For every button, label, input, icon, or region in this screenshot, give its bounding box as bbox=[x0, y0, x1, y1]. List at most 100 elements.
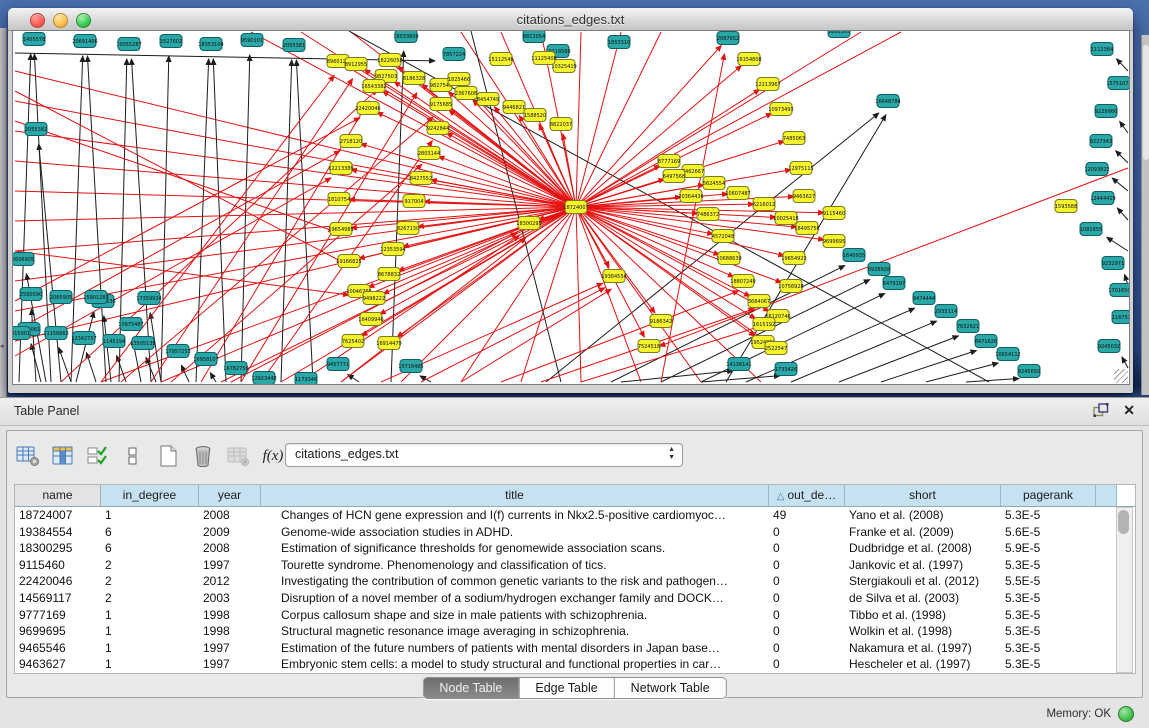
create-column-icon[interactable] bbox=[155, 443, 181, 469]
network-node[interactable]: 12444419 bbox=[1090, 192, 1115, 205]
network-node[interactable]: 8471626 bbox=[975, 335, 997, 348]
network-node[interactable]: 18353104 bbox=[198, 38, 223, 51]
network-node[interactable]: 1145194 bbox=[103, 335, 125, 348]
network-node[interactable]: 1527602 bbox=[160, 35, 182, 48]
network-node[interactable]: 5624554 bbox=[703, 177, 725, 190]
network-node[interactable]: 7486372 bbox=[697, 208, 719, 221]
network-node[interactable]: 1853310 bbox=[608, 36, 630, 49]
network-node[interactable]: 4572048 bbox=[712, 230, 734, 243]
table-selector-dropdown[interactable]: citations_edges.txt ▲▼ bbox=[285, 443, 683, 467]
network-node[interactable]: 12342757 bbox=[71, 332, 96, 345]
network-node[interactable]: 2522547 bbox=[765, 342, 787, 355]
network-node[interactable]: 6497568 bbox=[663, 170, 685, 183]
delete-column-icon[interactable] bbox=[190, 443, 216, 469]
network-node[interactable]: 18724007 bbox=[563, 201, 588, 214]
network-node[interactable]: 7524518 bbox=[638, 340, 660, 353]
table-scrollbar-thumb[interactable] bbox=[1118, 510, 1129, 534]
network-node[interactable]: 18226058 bbox=[377, 54, 402, 67]
network-node[interactable]: 1810754 bbox=[328, 193, 350, 206]
network-node[interactable]: 19654985 bbox=[328, 223, 353, 236]
network-node[interactable]: 9498222 bbox=[363, 292, 385, 305]
network-node[interactable]: 6479197 bbox=[883, 277, 905, 290]
network-node[interactable]: 7485063 bbox=[783, 132, 805, 145]
network-node[interactable]: 9590101 bbox=[241, 34, 263, 47]
float-panel-icon[interactable] bbox=[1093, 403, 1109, 417]
right-scrollbar-thumb[interactable] bbox=[1143, 45, 1149, 160]
network-node[interactable]: 11125408 bbox=[531, 52, 556, 65]
network-node[interactable]: 8678832 bbox=[378, 268, 400, 281]
network-node[interactable]: 7625402 bbox=[342, 335, 364, 348]
network-node[interactable]: 2560590 bbox=[20, 288, 42, 301]
network-node[interactable]: 3684067 bbox=[748, 295, 770, 308]
network-node[interactable]: 1112384 bbox=[1091, 43, 1113, 56]
network-node[interactable]: 18807249 bbox=[730, 275, 755, 288]
network-node[interactable]: 2935114 bbox=[935, 305, 957, 318]
network-node[interactable]: 9245032 bbox=[1098, 340, 1120, 353]
table-settings-icon[interactable] bbox=[15, 443, 41, 469]
column-header-title[interactable]: title bbox=[261, 485, 769, 506]
network-node[interactable]: 15751074 bbox=[1106, 77, 1129, 90]
network-node[interactable]: 9446821 bbox=[503, 101, 525, 114]
close-panel-icon[interactable]: ✕ bbox=[1123, 403, 1135, 417]
column-header-name[interactable]: name bbox=[15, 485, 101, 506]
network-node[interactable]: 2803144 bbox=[418, 147, 440, 160]
network-node[interactable]: 9474444 bbox=[913, 292, 935, 305]
network-node[interactable]: 18300295 bbox=[516, 217, 541, 230]
function-builder-icon[interactable]: f(x) bbox=[260, 443, 286, 469]
network-node[interactable]: 2718120 bbox=[340, 135, 362, 148]
network-node[interactable]: 15716485 bbox=[398, 360, 423, 373]
table-row[interactable]: 977716911998Corpus callosum shape and si… bbox=[15, 607, 1117, 624]
network-node[interactable]: 8813054 bbox=[523, 31, 545, 43]
row-height-icon[interactable] bbox=[120, 443, 146, 469]
network-node[interactable]: 9457771 bbox=[327, 358, 349, 371]
network-node[interactable]: 2367608 bbox=[455, 87, 477, 100]
network-node[interactable]: 16409946 bbox=[358, 313, 383, 326]
network-node[interactable]: 12093822 bbox=[1084, 163, 1109, 176]
network-node[interactable]: 19654923 bbox=[781, 252, 806, 265]
tab-network-table[interactable]: Network Table bbox=[615, 678, 726, 698]
network-node[interactable]: 1405578 bbox=[23, 33, 45, 46]
network-node[interactable]: 7632621 bbox=[957, 320, 979, 333]
window-titlebar[interactable]: citations_edges.txt bbox=[8, 8, 1133, 31]
column-header-short[interactable]: short bbox=[845, 485, 1001, 506]
network-node[interactable]: 1081655 bbox=[1080, 223, 1102, 236]
column-header-year[interactable]: year bbox=[199, 485, 261, 506]
network-node[interactable]: 9245650 bbox=[1018, 365, 1040, 378]
network-node[interactable]: 2065905 bbox=[50, 291, 72, 304]
table-row[interactable]: 969969511998Structural magnetic resonanc… bbox=[15, 623, 1117, 640]
network-node[interactable]: 1615192 bbox=[753, 318, 775, 331]
table-row[interactable]: 2242004622012Investigating the contribut… bbox=[15, 573, 1117, 590]
network-node[interactable]: 17016504 bbox=[1108, 284, 1129, 297]
table-row[interactable]: 1456911722003Disruption of a novel membe… bbox=[15, 590, 1117, 607]
collapse-left-arrow-icon[interactable]: ◂ bbox=[0, 343, 4, 350]
network-node[interactable]: 8427552 bbox=[410, 172, 432, 185]
left-panel-divider[interactable]: ◂ bbox=[0, 28, 7, 397]
network-node[interactable]: 1173346 bbox=[295, 373, 317, 385]
table-row[interactable]: 911546021997Tourette syndrome. Phenomeno… bbox=[15, 557, 1117, 574]
network-node[interactable]: 9115460 bbox=[823, 207, 845, 220]
network-node[interactable]: 10688639 bbox=[716, 252, 741, 265]
network-canvas[interactable]: 1872400714055782069140610055287152760218… bbox=[12, 30, 1130, 385]
network-node[interactable]: 917004 bbox=[403, 195, 425, 208]
network-node[interactable]: 1593588 bbox=[1055, 200, 1077, 213]
network-node[interactable]: 2606905 bbox=[13, 253, 34, 266]
network-node[interactable]: 12923448 bbox=[251, 372, 276, 385]
network-node[interactable]: 10025418 bbox=[773, 212, 798, 225]
network-node[interactable]: 9175685 bbox=[430, 98, 452, 111]
network-node[interactable]: 8777169 bbox=[658, 155, 680, 168]
network-node[interactable]: 15112540 bbox=[488, 53, 513, 66]
network-node[interactable]: 19166825 bbox=[336, 255, 361, 268]
network-node[interactable]: 1881305 bbox=[828, 31, 850, 38]
network-node[interactable]: 12975115 bbox=[788, 162, 813, 175]
network-node[interactable]: 19384554 bbox=[601, 270, 626, 283]
network-node[interactable]: 1825466 bbox=[448, 73, 470, 86]
network-node[interactable]: 8938928 bbox=[868, 263, 890, 276]
network-node[interactable]: 10055287 bbox=[116, 38, 141, 51]
network-node[interactable]: 9463627 bbox=[793, 190, 815, 203]
network-node[interactable]: 10975487 bbox=[118, 318, 143, 331]
network-node[interactable]: 1167533 bbox=[1112, 311, 1129, 324]
select-columns-icon[interactable] bbox=[85, 443, 111, 469]
network-node[interactable]: 16543382 bbox=[361, 80, 386, 93]
network-node[interactable]: 17957253 bbox=[165, 345, 190, 358]
network-node[interactable]: 16782759 bbox=[223, 362, 248, 375]
